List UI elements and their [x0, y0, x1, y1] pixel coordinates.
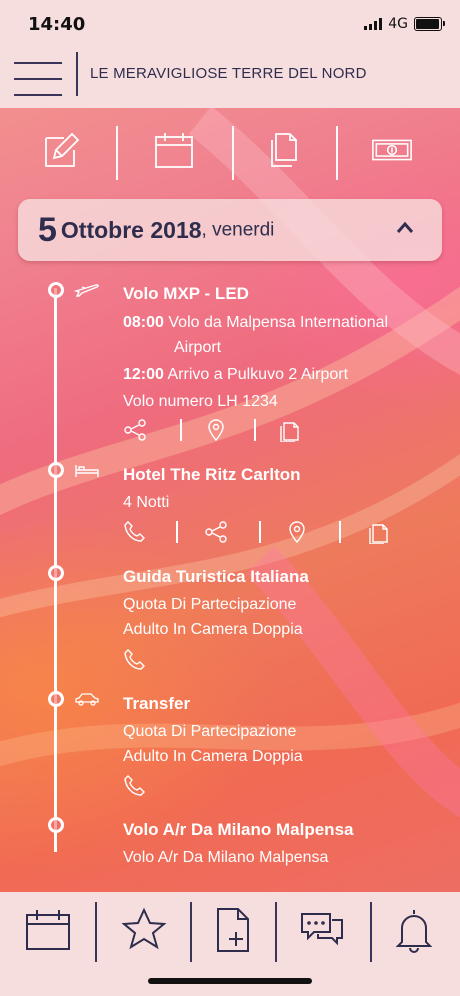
nav-divider [95, 902, 97, 962]
date-header[interactable]: 5 Ottobre 2018, venerdi [18, 199, 442, 261]
location-icon[interactable] [204, 418, 228, 442]
itinerary-screen: 14:40 4G LE MERAVIGLIOSE TERRE DEL NORD [0, 0, 460, 996]
action-divider [176, 521, 178, 543]
action-divider [180, 419, 182, 441]
share-icon[interactable] [204, 520, 228, 544]
toolbar-divider [336, 126, 338, 180]
item-title: Transfer [123, 694, 191, 713]
timeline-item[interactable]: Guida Turistica Italiana Quota Di Partec… [123, 566, 309, 642]
item-text: Quota Di Partecipazione [123, 596, 297, 613]
item-text: Airport [174, 339, 222, 356]
timeline-node [48, 565, 64, 581]
toolbar [0, 124, 460, 182]
item-title: Volo MXP - LED [123, 284, 249, 303]
date-day: 5 [38, 211, 57, 249]
star-icon[interactable] [120, 906, 168, 954]
date-weekday: , venerdi [201, 219, 275, 241]
calendar-icon[interactable] [24, 906, 72, 954]
item-time: 12:00 [123, 366, 164, 383]
nav-divider [370, 902, 372, 962]
money-icon[interactable] [372, 130, 418, 170]
timeline-node [48, 282, 64, 298]
item-text: Adulto In Camera Doppia [123, 621, 303, 638]
plane-icon [74, 284, 99, 297]
nav-divider [275, 902, 277, 962]
toolbar-divider [116, 126, 118, 180]
action-divider [339, 521, 341, 543]
item-text: Volo da Malpensa International [168, 314, 389, 331]
signal-icon [364, 18, 383, 30]
item-title: Volo A/r Da Milano Malpensa [123, 820, 354, 839]
documents-icon[interactable] [266, 130, 306, 170]
chat-icon[interactable] [298, 906, 346, 954]
nav-divider [190, 902, 192, 962]
item-title: Hotel The Ritz Carlton [123, 465, 301, 484]
car-icon [75, 693, 99, 706]
timeline-item[interactable]: Volo A/r Da Milano Malpensa Volo A/r Da … [123, 819, 353, 870]
item-actions [123, 648, 147, 672]
phone-icon[interactable] [123, 774, 147, 798]
item-actions [123, 520, 391, 544]
timeline-item[interactable]: Transfer Quota Di Partecipazione Adulto … [123, 693, 303, 769]
item-text: 4 Notti [123, 494, 170, 511]
date-month-year: Ottobre 2018 [60, 217, 202, 243]
item-actions [123, 774, 147, 798]
battery-icon [414, 17, 445, 31]
item-text: Volo numero LH 1234 [123, 393, 278, 410]
phone-icon[interactable] [123, 520, 147, 544]
timeline-node [48, 691, 64, 707]
chevron-up-icon[interactable] [396, 219, 414, 237]
location-icon[interactable] [285, 520, 309, 544]
item-text: Arrivo a Pulkuvo 2 Airport [167, 366, 349, 383]
item-text: Volo A/r Da Milano Malpensa [123, 849, 329, 866]
phone-icon[interactable] [123, 648, 147, 672]
item-title: Guida Turistica Italiana [123, 567, 309, 586]
menu-icon[interactable] [14, 58, 62, 98]
action-divider [259, 521, 261, 543]
bed-icon [75, 465, 99, 477]
document-icon[interactable] [278, 418, 302, 442]
status-time: 14:40 [28, 14, 86, 35]
item-text: Quota Di Partecipazione [123, 723, 297, 740]
timeline-node [48, 462, 64, 478]
header-divider [76, 52, 78, 96]
share-icon[interactable] [123, 418, 147, 442]
timeline-item[interactable]: Hotel The Ritz Carlton 4 Notti [123, 464, 301, 515]
toolbar-divider [232, 126, 234, 180]
edit-icon[interactable] [42, 130, 82, 170]
calendar-icon[interactable] [154, 130, 194, 170]
app-header: LE MERAVIGLIOSE TERRE DEL NORD [0, 52, 460, 108]
network-label: 4G [388, 16, 408, 32]
timeline-node [48, 817, 64, 833]
home-indicator[interactable] [148, 978, 312, 984]
document-icon[interactable] [367, 520, 391, 544]
item-actions [123, 418, 302, 442]
action-divider [254, 419, 256, 441]
item-text: Adulto In Camera Doppia [123, 748, 303, 765]
status-bar: 14:40 4G [0, 0, 460, 52]
bell-icon[interactable] [390, 906, 438, 954]
timeline-item[interactable]: Volo MXP - LED 08:00 Volo da Malpensa In… [123, 283, 388, 414]
add-document-icon[interactable] [210, 906, 258, 954]
page-title: LE MERAVIGLIOSE TERRE DEL NORD [90, 65, 367, 82]
item-time: 08:00 [123, 314, 164, 331]
